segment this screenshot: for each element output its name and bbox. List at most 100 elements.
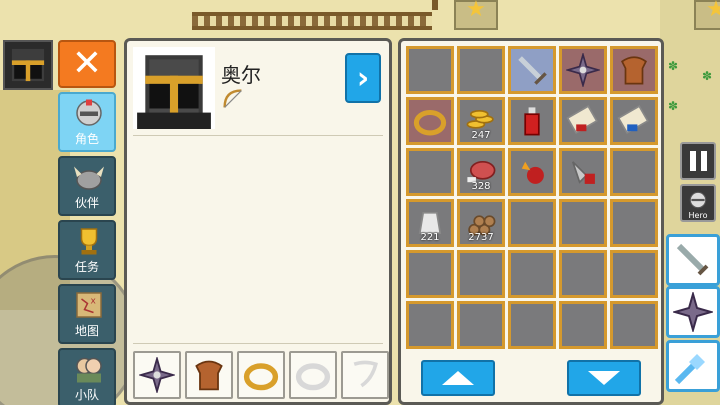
- empty-amulet-slot-icon: [353, 360, 378, 388]
- equip-slot-amulet-empty[interactable]: [341, 351, 389, 399]
- inventory-slot[interactable]: [457, 250, 505, 298]
- tab-label: 任务: [74, 260, 99, 274]
- inventory-slot[interactable]: 2737: [457, 199, 505, 247]
- arrow-down-icon: [588, 371, 620, 385]
- star-icon: ★: [466, 0, 486, 22]
- item-count: 247: [471, 130, 491, 141]
- inventory-grid: 247 328 221 2737: [406, 46, 658, 349]
- equip-slot-ring[interactable]: [237, 351, 285, 399]
- next-character-button[interactable]: ›: [345, 53, 381, 103]
- drill-rocket-icon: [571, 161, 595, 184]
- knight-helmet-icon: [689, 191, 707, 209]
- inventory-slot[interactable]: [559, 199, 607, 247]
- skill-magic-button[interactable]: [666, 340, 720, 392]
- blue-scroll-icon: [617, 105, 649, 135]
- party-icon: [76, 357, 102, 383]
- character-panel: 奥尔 ›: [124, 38, 392, 405]
- inventory-slot[interactable]: [457, 46, 505, 94]
- tab-character[interactable]: 角色: [58, 92, 116, 152]
- inventory-slot[interactable]: 221: [406, 199, 454, 247]
- inventory-slot[interactable]: [406, 301, 454, 349]
- knight-helmet-icon: [137, 55, 211, 129]
- inventory-slot[interactable]: [508, 97, 556, 145]
- star-icon: ★: [706, 0, 720, 22]
- close-button[interactable]: ✕: [58, 40, 116, 88]
- inventory-panel: 247 328 221 2737: [398, 38, 664, 405]
- close-icon: ✕: [71, 43, 103, 84]
- inventory-slot[interactable]: [610, 148, 658, 196]
- inventory-slot[interactable]: [406, 46, 454, 94]
- inventory-slot[interactable]: [508, 301, 556, 349]
- tab-party[interactable]: 小队: [58, 348, 116, 405]
- pause-icon: [700, 151, 707, 171]
- leather-armor-icon: [621, 56, 647, 85]
- sword-icon: [676, 243, 709, 276]
- equipment-slots: [133, 351, 389, 399]
- inventory-slot[interactable]: [508, 148, 556, 196]
- shuriken-icon: [566, 53, 600, 87]
- item-count: 221: [420, 232, 440, 243]
- fence-post: [432, 0, 438, 10]
- gold-ring-icon: [243, 363, 279, 391]
- hero-button-label: Hero: [688, 211, 708, 220]
- red-potion-icon: [524, 107, 540, 136]
- skill-sword-button[interactable]: [666, 234, 720, 286]
- grass-tuft: ✽: [702, 69, 713, 83]
- knight-helmet-icon: [76, 99, 102, 126]
- skill-shuriken-button[interactable]: [666, 286, 720, 338]
- equip-slot-weapon[interactable]: [133, 351, 181, 399]
- chevron-right-icon: ›: [356, 60, 370, 96]
- inventory-slot[interactable]: 247: [457, 97, 505, 145]
- inventory-slot[interactable]: [559, 46, 607, 94]
- inventory-slot[interactable]: [559, 250, 607, 298]
- inventory-slot[interactable]: [406, 97, 454, 145]
- equip-slot-ring-empty[interactable]: [289, 351, 337, 399]
- inventory-slot[interactable]: [610, 97, 658, 145]
- viking-helmet-icon: [74, 166, 104, 190]
- inventory-slot[interactable]: [457, 301, 505, 349]
- tab-companion[interactable]: 伙伴: [58, 156, 116, 216]
- scroll-down-button[interactable]: [567, 360, 641, 396]
- tab-map[interactable]: x 地图: [58, 284, 116, 344]
- shuriken-icon: [139, 357, 175, 393]
- inventory-slot[interactable]: [610, 46, 658, 94]
- inventory-slot[interactable]: [406, 148, 454, 196]
- grass-tuft: ✽: [668, 59, 679, 73]
- inventory-slot[interactable]: [610, 301, 658, 349]
- inventory-slot[interactable]: [610, 199, 658, 247]
- arrow-up-icon: [442, 371, 474, 385]
- scroll-up-button[interactable]: [421, 360, 495, 396]
- red-scroll-icon: [566, 105, 598, 135]
- shuriken-icon: [673, 292, 713, 332]
- inventory-slot[interactable]: [508, 199, 556, 247]
- map-scroll-icon: x: [76, 292, 102, 318]
- sword-icon: [518, 56, 547, 85]
- inventory-slot[interactable]: [508, 250, 556, 298]
- inventory-slot[interactable]: [508, 46, 556, 94]
- tab-label: 伙伴: [74, 196, 99, 210]
- pause-button[interactable]: [680, 142, 716, 180]
- pause-icon: [689, 151, 696, 171]
- inventory-slot[interactable]: [559, 97, 607, 145]
- empty-ring-slot-icon: [295, 363, 331, 391]
- svg-text:x: x: [91, 297, 97, 307]
- inventory-slot[interactable]: 328: [457, 148, 505, 196]
- hero-button[interactable]: Hero: [680, 184, 716, 222]
- grass-tuft: ✽: [668, 99, 679, 113]
- wooden-fence: [192, 12, 432, 30]
- inventory-slot[interactable]: [559, 148, 607, 196]
- magic-missile-icon: [674, 354, 705, 385]
- gold-ring-icon: [413, 109, 447, 136]
- leather-armor-icon: [195, 360, 223, 391]
- tab-label: 小队: [74, 388, 99, 402]
- star-tower: ★: [454, 0, 498, 30]
- tab-label: 角色: [74, 132, 99, 146]
- inventory-slot[interactable]: [610, 250, 658, 298]
- tab-quest[interactable]: 任务: [58, 220, 116, 280]
- hero-portrait-thumbnail[interactable]: [3, 40, 53, 90]
- inventory-slot[interactable]: [406, 250, 454, 298]
- bow-icon: [223, 89, 242, 108]
- equip-slot-armor[interactable]: [185, 351, 233, 399]
- inventory-slot[interactable]: [559, 301, 607, 349]
- item-count: 328: [471, 181, 491, 192]
